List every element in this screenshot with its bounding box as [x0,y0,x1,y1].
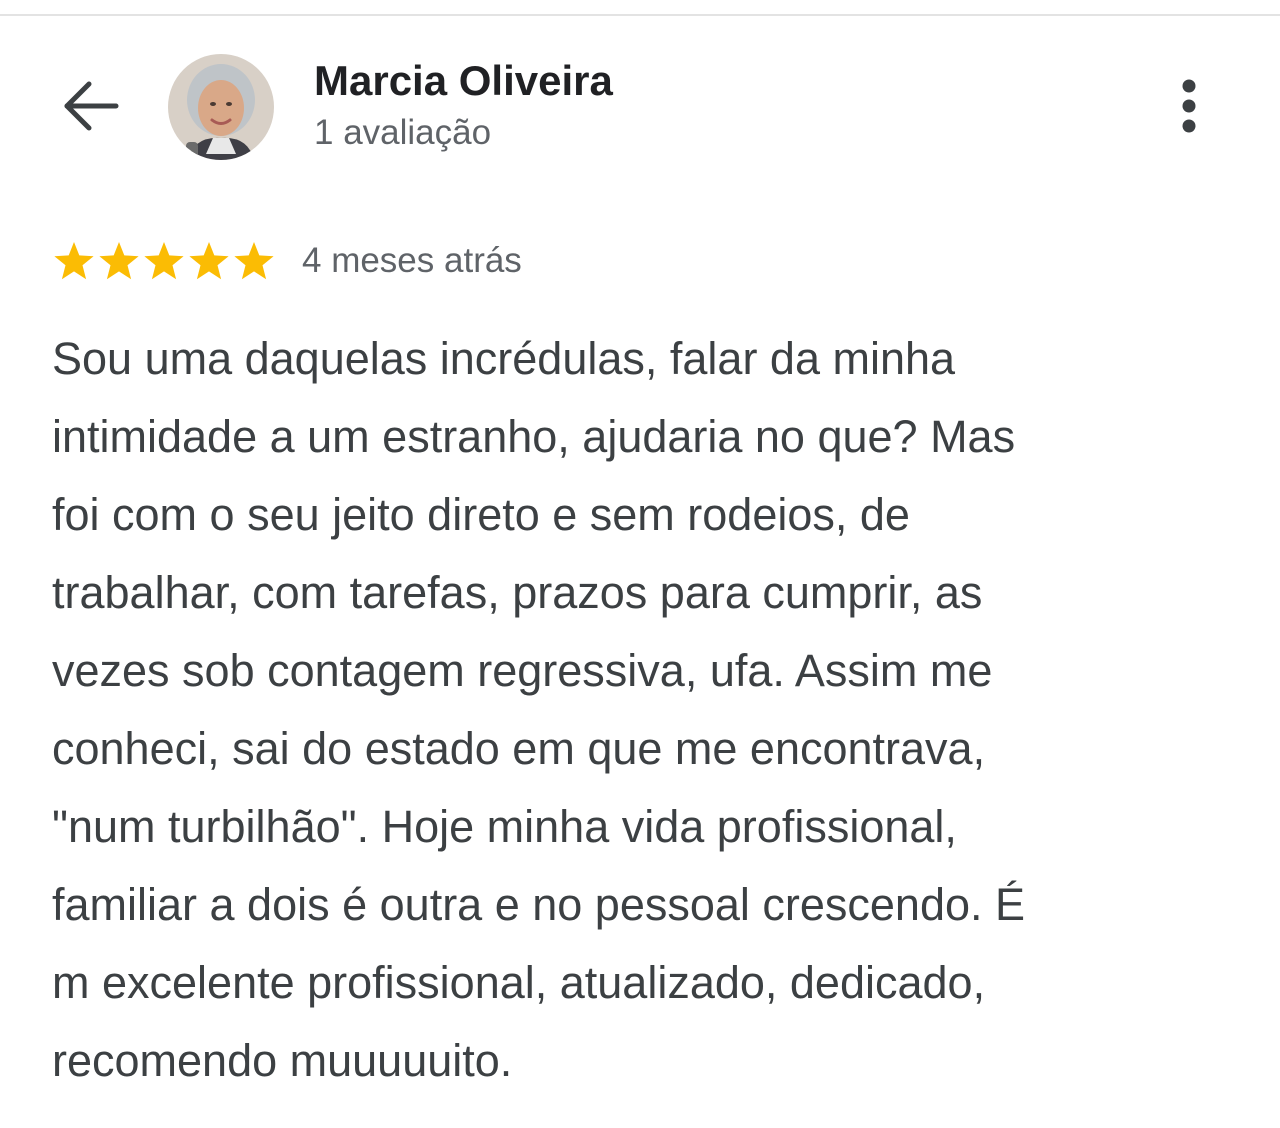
review-text-line: m excelente profissional, atualizado, de… [52,957,986,1008]
star-icon [97,239,141,283]
rating-row: 4 meses atrás [52,236,522,286]
review-text-line: "num turbilhão". Hoje minha vida profiss… [52,801,957,852]
star-icon [232,239,276,283]
back-button[interactable] [58,72,126,140]
more-options-button[interactable] [1162,72,1216,140]
review-text-line: trabalhar, com tarefas, prazos para cump… [52,567,983,618]
review-text-line: foi com o seu jeito direto e sem rodeios… [52,489,910,540]
review-text-line: conheci, sai do estado em que me encontr… [52,723,986,774]
reviewer-name[interactable]: Marcia Oliveira [314,57,613,105]
review-text-line: intimidade a um estranho, ajudaria no qu… [52,411,1016,462]
star-rating [52,239,276,283]
top-divider [0,14,1280,16]
profile-photo [168,54,274,160]
arrow-left-icon [64,81,119,131]
more-vertical-icon [1182,79,1196,133]
review-text: Sou uma daquelas incrédulas, falar da mi… [52,320,1212,1100]
star-icon [187,239,231,283]
review-date: 4 meses atrás [302,241,522,280]
review-count: 1 avaliação [314,113,492,152]
star-icon [52,239,96,283]
review-text-line: familiar a dois é outra e no pessoal cre… [52,879,1026,930]
review-text-line: vezes sob contagem regressiva, ufa. Assi… [52,645,993,696]
avatar[interactable] [168,54,274,160]
review-text-line: Sou uma daquelas incrédulas, falar da mi… [52,333,956,384]
review-text-line: recomendo muuuuuito. [52,1035,513,1086]
star-icon [142,239,186,283]
